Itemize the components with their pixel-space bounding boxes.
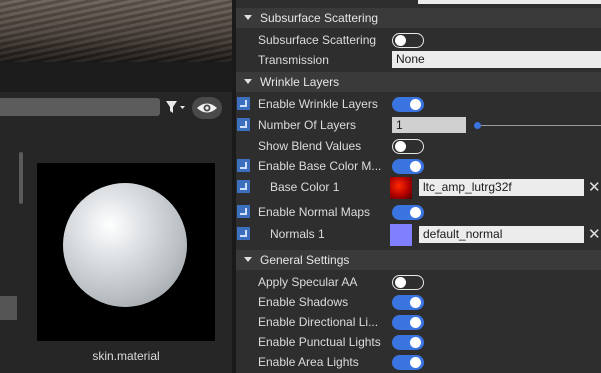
property-bind-icon[interactable]: [237, 159, 250, 172]
enable-normal-maps-toggle[interactable]: [392, 205, 424, 220]
row-label: Enable Directional Li...: [258, 315, 379, 329]
row-transmission: Transmission None: [236, 50, 601, 70]
property-bind-icon[interactable]: [237, 180, 250, 193]
viewport-preview[interactable]: [0, 0, 232, 62]
partial-field[interactable]: [418, 0, 601, 4]
number-of-layers-slider-track[interactable]: [478, 125, 601, 126]
normals-texture-field[interactable]: default_normal: [419, 226, 584, 243]
asset-list-item[interactable]: [0, 296, 17, 320]
collapse-triangle-icon: [244, 257, 252, 262]
enable-base-color-maps-toggle[interactable]: [392, 159, 424, 174]
visibility-toggle-button[interactable]: [192, 97, 222, 119]
show-blend-values-toggle[interactable]: [392, 139, 424, 154]
row-label: Base Color 1: [270, 180, 340, 194]
section-title: General Settings: [260, 253, 350, 267]
row-subsurface-scattering: Subsurface Scattering: [236, 30, 601, 50]
row-enable-area-lights: Enable Area Lights: [236, 352, 601, 372]
material-thumbnail[interactable]: [37, 163, 215, 341]
property-bind-icon[interactable]: [237, 118, 250, 131]
enable-punctual-lights-toggle[interactable]: [392, 335, 424, 350]
section-title: Wrinkle Layers: [260, 75, 340, 89]
section-title: Subsurface Scattering: [260, 11, 379, 25]
clear-icon[interactable]: ✕: [588, 226, 601, 243]
material-sphere-preview: [63, 183, 187, 307]
row-normals-1: Normals 1 default_normal ✕: [236, 224, 601, 246]
enable-area-lights-toggle[interactable]: [392, 355, 424, 370]
number-of-layers-slider-handle[interactable]: [474, 122, 481, 129]
asset-list-scrollbar[interactable]: [19, 152, 23, 204]
collapse-triangle-icon: [244, 15, 252, 20]
viewport-toolbar-area: [0, 62, 232, 92]
row-label: Enable Shadows: [258, 295, 349, 309]
row-enable-directional-lights: Enable Directional Li...: [236, 312, 601, 332]
filter-button[interactable]: [164, 98, 188, 116]
enable-wrinkle-layers-toggle[interactable]: [392, 97, 424, 112]
filter-icon: [166, 101, 185, 113]
row-enable-shadows: Enable Shadows: [236, 292, 601, 312]
row-label: Show Blend Values: [258, 139, 362, 153]
apply-specular-aa-toggle[interactable]: [392, 275, 424, 290]
row-label: Enable Normal Maps: [258, 205, 371, 219]
row-enable-base-color-maps: Enable Base Color M...: [236, 156, 601, 176]
row-show-blend-values: Show Blend Values: [236, 136, 601, 156]
row-apply-specular-aa: Apply Specular AA: [236, 272, 601, 292]
clear-icon[interactable]: ✕: [588, 179, 601, 196]
section-header-subsurface[interactable]: Subsurface Scattering: [236, 8, 601, 28]
property-bind-icon[interactable]: [237, 205, 250, 218]
eye-icon: [197, 103, 217, 113]
number-of-layers-input[interactable]: 1: [392, 117, 466, 133]
transmission-dropdown[interactable]: None: [392, 51, 601, 68]
row-label: Apply Specular AA: [258, 275, 358, 289]
base-color-texture-field[interactable]: ltc_amp_lutrg32f: [419, 179, 584, 196]
collapse-triangle-icon: [244, 79, 252, 84]
row-label: Enable Punctual Lights: [258, 335, 381, 349]
row-label: Enable Area Lights: [258, 355, 359, 369]
row-base-color-1: Base Color 1 ltc_amp_lutrg32f ✕: [236, 177, 601, 199]
section-header-wrinkle-layers[interactable]: Wrinkle Layers: [236, 72, 601, 92]
material-thumbnail-label: skin.material: [92, 349, 160, 363]
row-enable-wrinkle-layers: Enable Wrinkle Layers: [236, 94, 601, 114]
dropdown-arrow-icon: [180, 106, 185, 109]
enable-directional-lights-toggle[interactable]: [392, 315, 424, 330]
row-label: Enable Base Color M...: [258, 159, 382, 173]
property-bind-icon[interactable]: [237, 97, 250, 110]
row-label: Transmission: [258, 53, 329, 67]
row-enable-punctual-lights: Enable Punctual Lights: [236, 332, 601, 352]
row-label: Number Of Layers: [258, 118, 357, 132]
section-header-general-settings[interactable]: General Settings: [236, 250, 601, 270]
subsurface-scattering-toggle[interactable]: [392, 33, 424, 48]
row-label: Enable Wrinkle Layers: [258, 97, 378, 111]
row-label: Normals 1: [270, 227, 325, 241]
property-bind-icon[interactable]: [237, 227, 250, 240]
asset-search-input[interactable]: [0, 98, 160, 116]
row-enable-normal-maps: Enable Normal Maps: [236, 202, 601, 222]
base-color-swatch[interactable]: [390, 177, 412, 199]
row-number-of-layers: Number Of Layers 1: [236, 115, 601, 135]
normals-swatch[interactable]: [390, 224, 412, 246]
enable-shadows-toggle[interactable]: [392, 295, 424, 310]
row-label: Subsurface Scattering: [258, 33, 377, 47]
material-inspector: Subsurface Scattering Subsurface Scatter…: [236, 0, 601, 373]
